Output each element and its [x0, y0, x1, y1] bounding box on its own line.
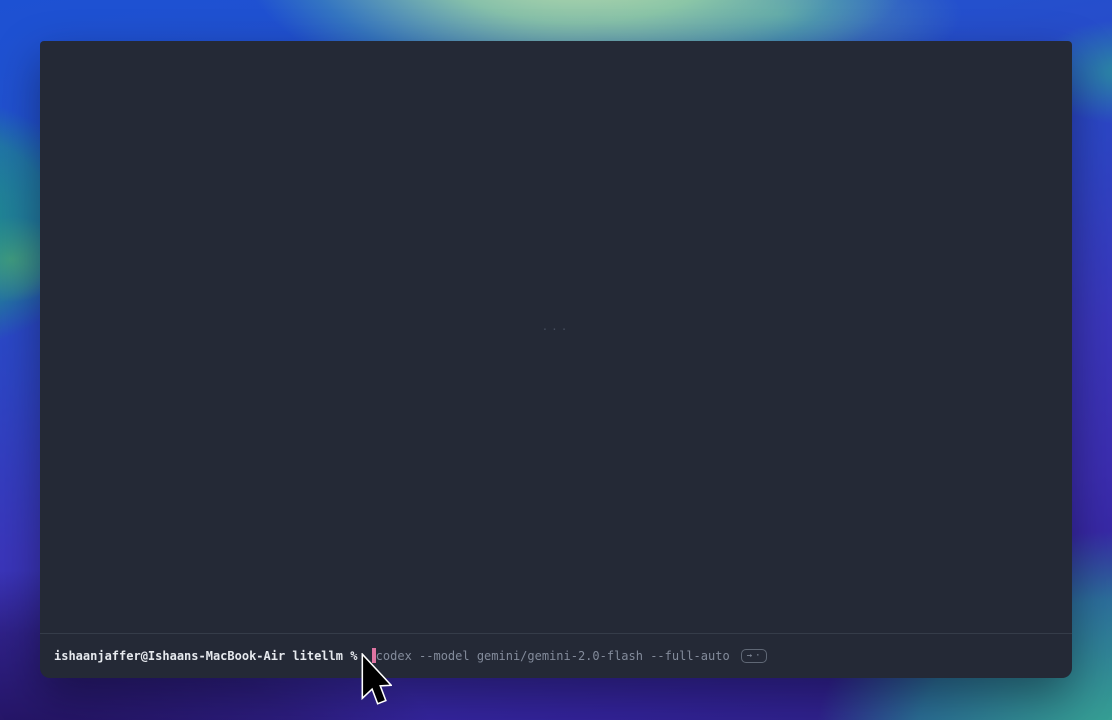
dot-icon: · [755, 652, 760, 661]
command-prompt-bar[interactable]: ishaanjaffer@Ishaans-MacBook-Air litellm… [40, 633, 1072, 678]
command-autosuggestion: codex --model gemini/gemini-2.0-flash --… [376, 649, 730, 663]
loading-ellipsis: ··· [542, 323, 571, 336]
terminal-output-area[interactable]: ··· [40, 41, 1072, 633]
desktop: { "desktop": { "wallpaper_style": "macos… [0, 0, 1112, 720]
shell-prompt-label: ishaanjaffer@Ishaans-MacBook-Air litellm… [54, 649, 365, 663]
right-arrow-icon: → [747, 652, 752, 661]
terminal-window[interactable]: ··· ishaanjaffer@Ishaans-MacBook-Air lit… [40, 41, 1072, 678]
accept-suggestion-hint-badge: →· [741, 649, 767, 663]
